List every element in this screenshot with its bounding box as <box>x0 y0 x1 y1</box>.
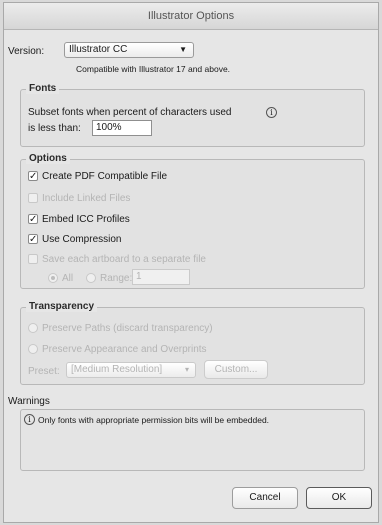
include-linked-label: Include Linked Files <box>42 193 131 204</box>
illustrator-options-dialog: Illustrator Options Version: Illustrator… <box>3 2 379 523</box>
transparency-legend: Transparency <box>26 301 98 312</box>
window-title: Illustrator Options <box>4 3 378 30</box>
options-legend: Options <box>26 153 70 164</box>
fonts-group <box>20 89 365 147</box>
preserve-paths-radio[interactable] <box>28 323 38 333</box>
save-artboards-label: Save each artboard to a separate file <box>42 254 206 265</box>
subset-percent-input[interactable]: 100% <box>92 120 152 136</box>
warnings-message: Only fonts with appropriate permission b… <box>38 415 270 425</box>
info-icon: i <box>24 414 35 425</box>
preset-select-value: [Medium Resolution] <box>71 364 163 375</box>
use-compression-checkbox[interactable]: ✓ <box>28 234 38 245</box>
create-pdf-checkbox[interactable]: ✓ <box>28 171 38 182</box>
embed-icc-label: Embed ICC Profiles <box>42 214 130 225</box>
save-artboards-checkbox[interactable] <box>28 254 38 264</box>
all-radio-label: All <box>62 273 74 284</box>
version-select-value: Illustrator CC <box>69 44 128 55</box>
use-compression-label: Use Compression <box>42 234 122 245</box>
range-radio-label: Range: <box>100 273 133 284</box>
chevron-down-icon: ▾ <box>184 365 189 374</box>
create-pdf-label: Create PDF Compatible File <box>42 171 168 182</box>
ok-button[interactable]: OK <box>306 487 372 509</box>
subset-fonts-text: Subset fonts when percent of characters … <box>28 107 232 118</box>
range-radio[interactable] <box>86 273 96 283</box>
chevron-down-icon: ▼ <box>179 45 187 54</box>
warnings-label: Warnings <box>8 396 50 407</box>
version-select[interactable]: Illustrator CC ▼ <box>64 42 194 58</box>
version-compat-note: Compatible with Illustrator 17 and above… <box>76 64 231 74</box>
version-label: Version: <box>8 46 45 57</box>
custom-button[interactable]: Custom... <box>204 360 268 379</box>
embed-icc-checkbox[interactable]: ✓ <box>28 214 38 225</box>
info-icon: i <box>266 107 277 118</box>
fonts-legend: Fonts <box>26 83 60 94</box>
preset-label: Preset: <box>28 366 60 377</box>
subset-threshold-label: is less than: <box>28 123 81 134</box>
cancel-button[interactable]: Cancel <box>232 487 298 509</box>
all-radio[interactable] <box>48 273 58 283</box>
preserve-appearance-radio[interactable] <box>28 344 38 354</box>
preset-select[interactable]: [Medium Resolution] ▾ <box>66 362 196 378</box>
preserve-paths-label: Preserve Paths (discard transparency) <box>42 323 213 334</box>
preserve-appearance-label: Preserve Appearance and Overprints <box>42 344 207 355</box>
range-input[interactable]: 1 <box>132 269 190 285</box>
include-linked-checkbox[interactable] <box>28 193 38 203</box>
